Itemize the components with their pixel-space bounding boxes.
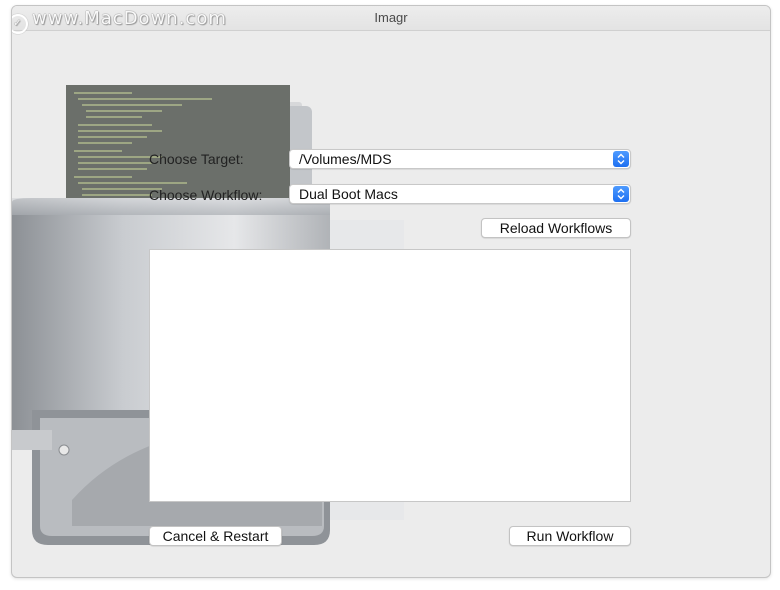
- workflow-log-area[interactable]: [149, 249, 631, 502]
- run-workflow-button[interactable]: Run Workflow: [509, 526, 631, 546]
- watermark: ✓ www.MacDown.com: [12, 8, 227, 34]
- imagr-window: Imagr ✓ www.MacDown.com Choose Target: /V…: [11, 5, 771, 578]
- reload-workflows-button[interactable]: Reload Workflows: [481, 218, 631, 238]
- choose-workflow-label: Choose Workflow:: [149, 187, 263, 203]
- choose-target-label: Choose Target:: [149, 151, 244, 167]
- workflow-popup-value: Dual Boot Macs: [299, 186, 398, 202]
- cancel-restart-button[interactable]: Cancel & Restart: [149, 526, 282, 546]
- macdown-logo-icon: ✓: [12, 14, 28, 34]
- target-popup[interactable]: /Volumes/MDS: [289, 149, 631, 169]
- title-bar[interactable]: Imagr ✓ www.MacDown.com: [12, 6, 770, 34]
- popup-stepper-icon: [613, 186, 629, 202]
- workflow-popup[interactable]: Dual Boot Macs: [289, 184, 631, 204]
- watermark-text: www.MacDown.com: [32, 8, 227, 29]
- popup-stepper-icon: [613, 151, 629, 167]
- target-popup-value: /Volumes/MDS: [299, 151, 392, 167]
